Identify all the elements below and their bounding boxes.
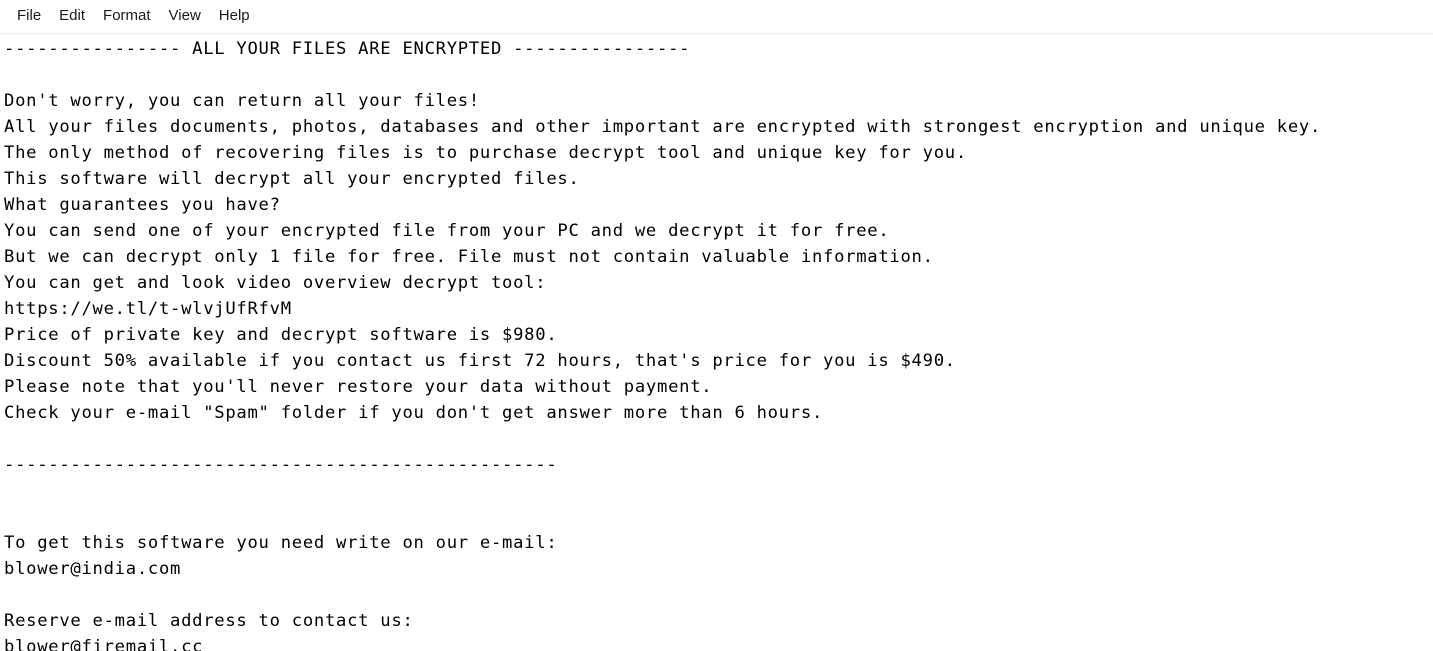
menu-file[interactable]: File bbox=[8, 4, 50, 29]
menu-edit[interactable]: Edit bbox=[50, 4, 94, 29]
menu-bar: File Edit Format View Help bbox=[0, 0, 1433, 34]
menu-view[interactable]: View bbox=[160, 4, 210, 29]
text-editor-area[interactable]: ---------------- ALL YOUR FILES ARE ENCR… bbox=[0, 34, 1433, 651]
notepad-window: File Edit Format View Help -------------… bbox=[0, 0, 1433, 651]
ransom-note-text[interactable]: ---------------- ALL YOUR FILES ARE ENCR… bbox=[0, 34, 1321, 651]
menu-help[interactable]: Help bbox=[210, 4, 259, 29]
menu-format[interactable]: Format bbox=[94, 4, 160, 29]
